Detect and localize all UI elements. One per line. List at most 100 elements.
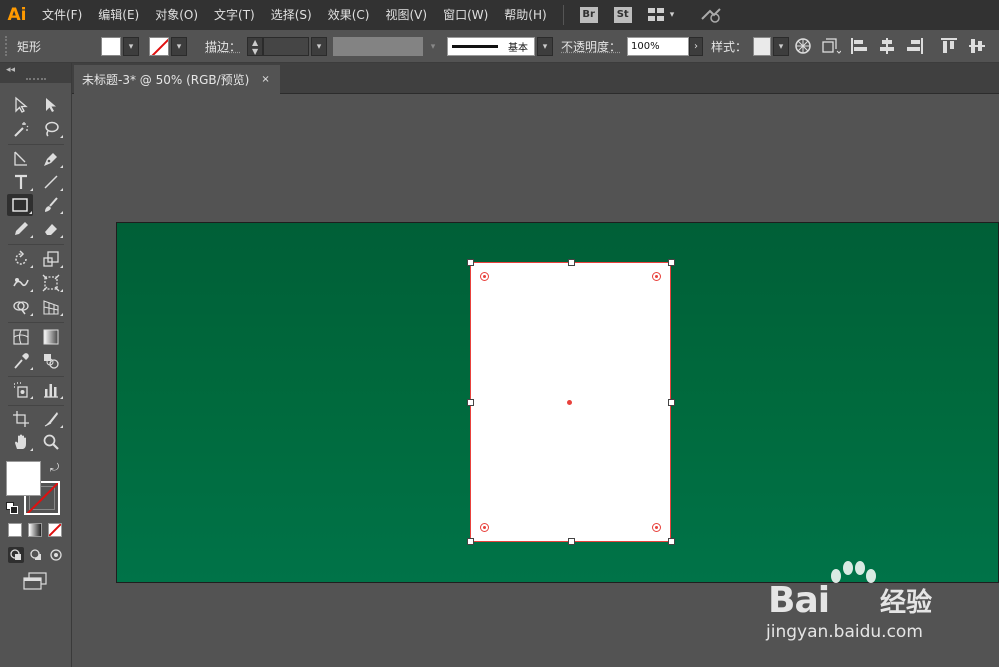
stroke-swatch[interactable] [149, 36, 169, 56]
current-tool-name: 矩形 [17, 39, 42, 54]
transform-icon[interactable] [821, 36, 842, 56]
brush-definition[interactable]: 基本 [447, 36, 536, 56]
bridge-button[interactable]: Br [579, 7, 598, 23]
menu-window[interactable]: 窗口(W) [435, 0, 496, 30]
resize-handle-bottom[interactable] [568, 538, 575, 545]
color-mode-icon[interactable] [8, 523, 22, 537]
corner-radius-widget[interactable] [652, 272, 661, 281]
curvature-tool-icon[interactable] [8, 148, 34, 170]
menu-effect[interactable]: 效果(C) [320, 0, 378, 30]
sync-icon[interactable] [700, 7, 722, 23]
resize-handle-top-right[interactable] [668, 259, 675, 266]
fill-dropdown[interactable]: ▾ [123, 36, 139, 56]
menu-help[interactable]: 帮助(H) [496, 0, 554, 30]
resize-handle-left[interactable] [467, 399, 474, 406]
rectangle-tool-icon[interactable] [7, 194, 33, 216]
brush-definition-label: 基本 [508, 42, 529, 54]
screen-mode-icon[interactable] [22, 572, 48, 590]
pen-tool-icon[interactable] [38, 148, 64, 170]
workspace-layout-icon[interactable] [647, 8, 666, 22]
center-point [567, 400, 572, 405]
free-transform-tool-icon[interactable] [38, 272, 64, 294]
gradient-mode-icon[interactable] [28, 523, 42, 537]
lasso-tool-icon[interactable] [38, 118, 64, 140]
toolbox-divider [8, 405, 64, 406]
menu-select[interactable]: 选择(S) [263, 0, 320, 30]
toolbox-grip[interactable] [26, 78, 46, 81]
stroke-weight-stepper[interactable]: ▲ ▼ [247, 36, 264, 56]
align-top-icon[interactable] [939, 36, 959, 56]
menu-edit[interactable]: 编辑(E) [90, 0, 147, 30]
selection-tool-icon[interactable] [8, 94, 34, 116]
variable-width-profile[interactable] [333, 36, 424, 56]
opacity-input[interactable]: 100% [627, 36, 690, 56]
eraser-tool-icon[interactable] [38, 218, 64, 240]
symbol-sprayer-tool-icon[interactable] [8, 379, 34, 401]
slice-tool-icon[interactable] [38, 408, 64, 430]
document-tab[interactable]: 未标题-3* @ 50% (RGB/预览) × [74, 65, 280, 94]
line-tool-icon[interactable] [38, 171, 64, 193]
chevron-down-icon[interactable]: ▾ [670, 10, 680, 20]
draw-normal-icon[interactable] [8, 547, 24, 563]
swap-fill-stroke-icon[interactable]: ⤾ [50, 461, 62, 474]
opacity-arrow[interactable]: › [689, 36, 704, 56]
magic-wand-tool-icon[interactable] [8, 118, 34, 140]
type-tool-icon[interactable] [8, 171, 34, 193]
column-graph-tool-icon[interactable] [38, 379, 64, 401]
opacity-label[interactable]: 不透明度： [561, 38, 621, 55]
paintbrush-tool-icon[interactable] [38, 194, 64, 216]
graphic-style-swatch[interactable] [753, 36, 772, 56]
align-left-icon[interactable] [849, 36, 869, 56]
resize-handle-top[interactable] [568, 259, 575, 266]
artboard-tool-icon[interactable] [8, 408, 34, 430]
resize-handle-right[interactable] [668, 399, 675, 406]
eyedropper-tool-icon[interactable] [8, 350, 34, 372]
corner-radius-widget[interactable] [480, 523, 489, 532]
shape-builder-tool-icon[interactable] [8, 296, 34, 318]
menu-type[interactable]: 文字(T) [206, 0, 263, 30]
fill-color-box[interactable] [6, 461, 41, 496]
width-tool-icon[interactable] [8, 272, 34, 294]
draw-behind-icon[interactable] [28, 547, 44, 563]
style-dropdown[interactable]: ▾ [773, 36, 790, 56]
collapse-icon[interactable]: ◂◂ [6, 65, 15, 75]
recolor-icon[interactable] [793, 36, 813, 56]
gradient-tool-icon[interactable] [38, 326, 64, 348]
toolbox-header[interactable]: ◂◂ [0, 63, 71, 83]
resize-handle-bottom-right[interactable] [668, 538, 675, 545]
mesh-tool-icon[interactable] [8, 326, 34, 348]
stroke-weight-dropdown[interactable]: ▾ [311, 36, 328, 56]
menu-file[interactable]: 文件(F) [34, 0, 90, 30]
perspective-grid-tool-icon[interactable] [38, 296, 64, 318]
stroke-dropdown[interactable]: ▾ [171, 36, 187, 56]
fill-swatch[interactable] [101, 36, 121, 56]
brush-dropdown[interactable]: ▾ [537, 36, 554, 56]
menu-object[interactable]: 对象(O) [147, 0, 206, 30]
corner-radius-widget[interactable] [652, 523, 661, 532]
resize-handle-top-left[interactable] [467, 259, 474, 266]
rotate-tool-icon[interactable] [8, 248, 34, 270]
align-center-icon[interactable] [877, 36, 897, 56]
pencil-tool-icon[interactable] [8, 218, 34, 240]
blend-tool-icon[interactable] [38, 350, 64, 372]
stock-button[interactable]: St [613, 7, 632, 23]
stroke-label[interactable]: 描边： [205, 38, 241, 55]
default-fill-stroke-icon[interactable] [6, 502, 18, 514]
zoom-tool-icon[interactable] [38, 431, 64, 453]
draw-inside-icon[interactable] [48, 547, 64, 563]
resize-handle-bottom-left[interactable] [467, 538, 474, 545]
hand-tool-icon[interactable] [8, 431, 34, 453]
corner-radius-widget[interactable] [480, 272, 489, 281]
scale-tool-icon[interactable] [38, 248, 64, 270]
direct-selection-tool-icon[interactable] [38, 94, 64, 116]
align-right-icon[interactable] [905, 36, 925, 56]
close-icon[interactable]: × [261, 74, 269, 85]
align-vertical-center-icon[interactable] [967, 36, 987, 56]
stroke-weight-input[interactable] [263, 36, 310, 56]
paw-icon [831, 561, 876, 583]
toolbox-divider [8, 144, 64, 145]
watermark-url: jingyan.baidu.com [766, 622, 923, 642]
toolbox-divider [8, 376, 64, 377]
menu-view[interactable]: 视图(V) [377, 0, 435, 30]
none-mode-icon[interactable] [48, 523, 62, 537]
